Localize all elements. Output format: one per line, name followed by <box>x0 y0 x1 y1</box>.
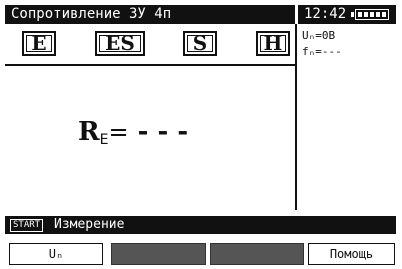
softkey-2-button[interactable] <box>111 243 206 265</box>
battery-icon <box>355 9 389 20</box>
result-value: - - - <box>137 117 189 147</box>
softkey-un-button[interactable]: Uₙ <box>9 243 103 265</box>
mode-e-button[interactable]: E <box>22 31 56 56</box>
status-message: Измерение <box>54 217 125 232</box>
meter-screen: Сопротивление 3У 4п 12:42 E ES S H Uₙ=0В… <box>0 0 402 269</box>
mode-es-button[interactable]: ES <box>95 31 145 56</box>
clock-bar: 12:42 <box>298 5 396 24</box>
mode-h-button[interactable]: H <box>256 31 290 56</box>
start-key-label: START <box>10 219 44 232</box>
resistance-result: RE= - - - <box>78 117 188 148</box>
mode-row: E ES S H <box>5 26 295 66</box>
title-bar: Сопротивление 3У 4п <box>5 5 295 24</box>
result-symbol: R <box>78 117 100 147</box>
mode-s-button[interactable]: S <box>183 31 217 56</box>
info-panel: Uₙ=0В fₙ=--- <box>295 24 397 210</box>
frequency-readout: fₙ=--- <box>302 45 342 58</box>
softkey-3-button[interactable] <box>210 243 304 265</box>
voltage-readout: Uₙ=0В <box>302 29 336 42</box>
page-title: Сопротивление 3У 4п <box>11 6 172 22</box>
battery-cap <box>351 12 354 17</box>
battery-level <box>358 12 386 17</box>
status-bar: START Измерение <box>5 216 396 234</box>
result-equals: = <box>108 118 129 146</box>
help-button[interactable]: Помощь <box>308 243 395 265</box>
clock: 12:42 <box>304 6 347 22</box>
